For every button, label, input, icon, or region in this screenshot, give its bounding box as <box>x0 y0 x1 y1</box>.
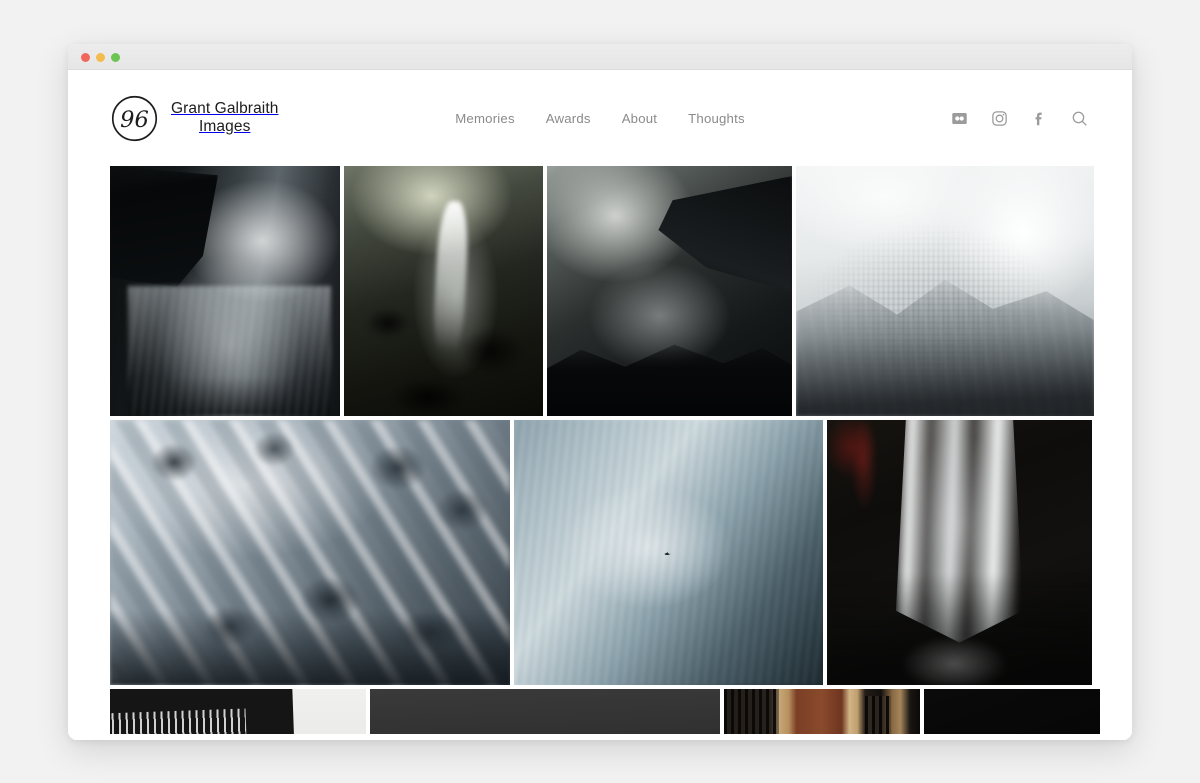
brand-name-line1: Grant Galbraith <box>171 100 278 117</box>
nav-item-about[interactable]: About <box>622 111 657 126</box>
minimize-button[interactable] <box>96 53 105 62</box>
close-button[interactable] <box>81 53 90 62</box>
browser-titlebar <box>68 44 1132 70</box>
gallery-item[interactable] <box>796 166 1094 416</box>
gallery-row <box>110 420 1090 685</box>
instagram-icon[interactable] <box>991 110 1008 127</box>
gallery-item[interactable] <box>514 420 823 685</box>
gallery-item[interactable] <box>110 166 340 416</box>
photo-dark-sky-cloud-bank <box>370 689 720 740</box>
gallery-item[interactable] <box>827 420 1092 685</box>
facebook-icon[interactable] <box>1031 110 1048 127</box>
photo-misty-forest-canopy <box>110 420 510 685</box>
gallery-item[interactable] <box>370 689 720 740</box>
gallery-item[interactable] <box>924 689 1100 740</box>
page-viewport: 96 Grant Galbraith Images Memories Award… <box>68 70 1132 740</box>
browser-window: 96 Grant Galbraith Images Memories Award… <box>68 44 1132 740</box>
brand-logo-link[interactable]: 96 Grant Galbraith Images <box>111 95 278 142</box>
photo-wooden-doorway <box>724 689 920 740</box>
brand-name: Grant Galbraith Images <box>171 100 278 136</box>
photo-blurred-cityscape-abstraction <box>796 166 1094 416</box>
photo-forest-gorge-waterfall <box>344 166 543 416</box>
maximize-button[interactable] <box>111 53 120 62</box>
logo-96-icon: 96 <box>111 95 158 142</box>
svg-text:96: 96 <box>120 106 149 132</box>
site-header: 96 Grant Galbraith Images Memories Award… <box>68 70 1132 166</box>
photo-misty-falls-dark-cliffs <box>547 166 792 416</box>
gallery-item[interactable] <box>110 420 510 685</box>
brand-name-line2: Images <box>171 118 278 136</box>
photo-curved-architecture-slats <box>110 689 366 740</box>
gallery-item[interactable] <box>110 689 366 740</box>
gallery-row <box>110 166 1090 416</box>
photo-smoke-in-darkness <box>924 689 1100 740</box>
window-controls <box>81 53 120 62</box>
flickr-icon[interactable] <box>951 110 968 127</box>
nav-item-thoughts[interactable]: Thoughts <box>688 111 745 126</box>
gallery-item[interactable] <box>724 689 920 740</box>
gallery-item[interactable] <box>344 166 543 416</box>
bird-silhouette-icon <box>664 550 673 555</box>
search-icon[interactable] <box>1071 110 1088 127</box>
photo-luminous-twin-waterfall <box>827 420 1092 685</box>
photo-gallery <box>68 166 1132 740</box>
nav-item-memories[interactable]: Memories <box>455 111 515 126</box>
gallery-item[interactable] <box>547 166 792 416</box>
header-actions <box>951 110 1088 127</box>
gallery-row <box>110 689 1090 740</box>
photo-backlit-cliff-waterfall <box>110 166 340 416</box>
nav-item-awards[interactable]: Awards <box>546 111 591 126</box>
